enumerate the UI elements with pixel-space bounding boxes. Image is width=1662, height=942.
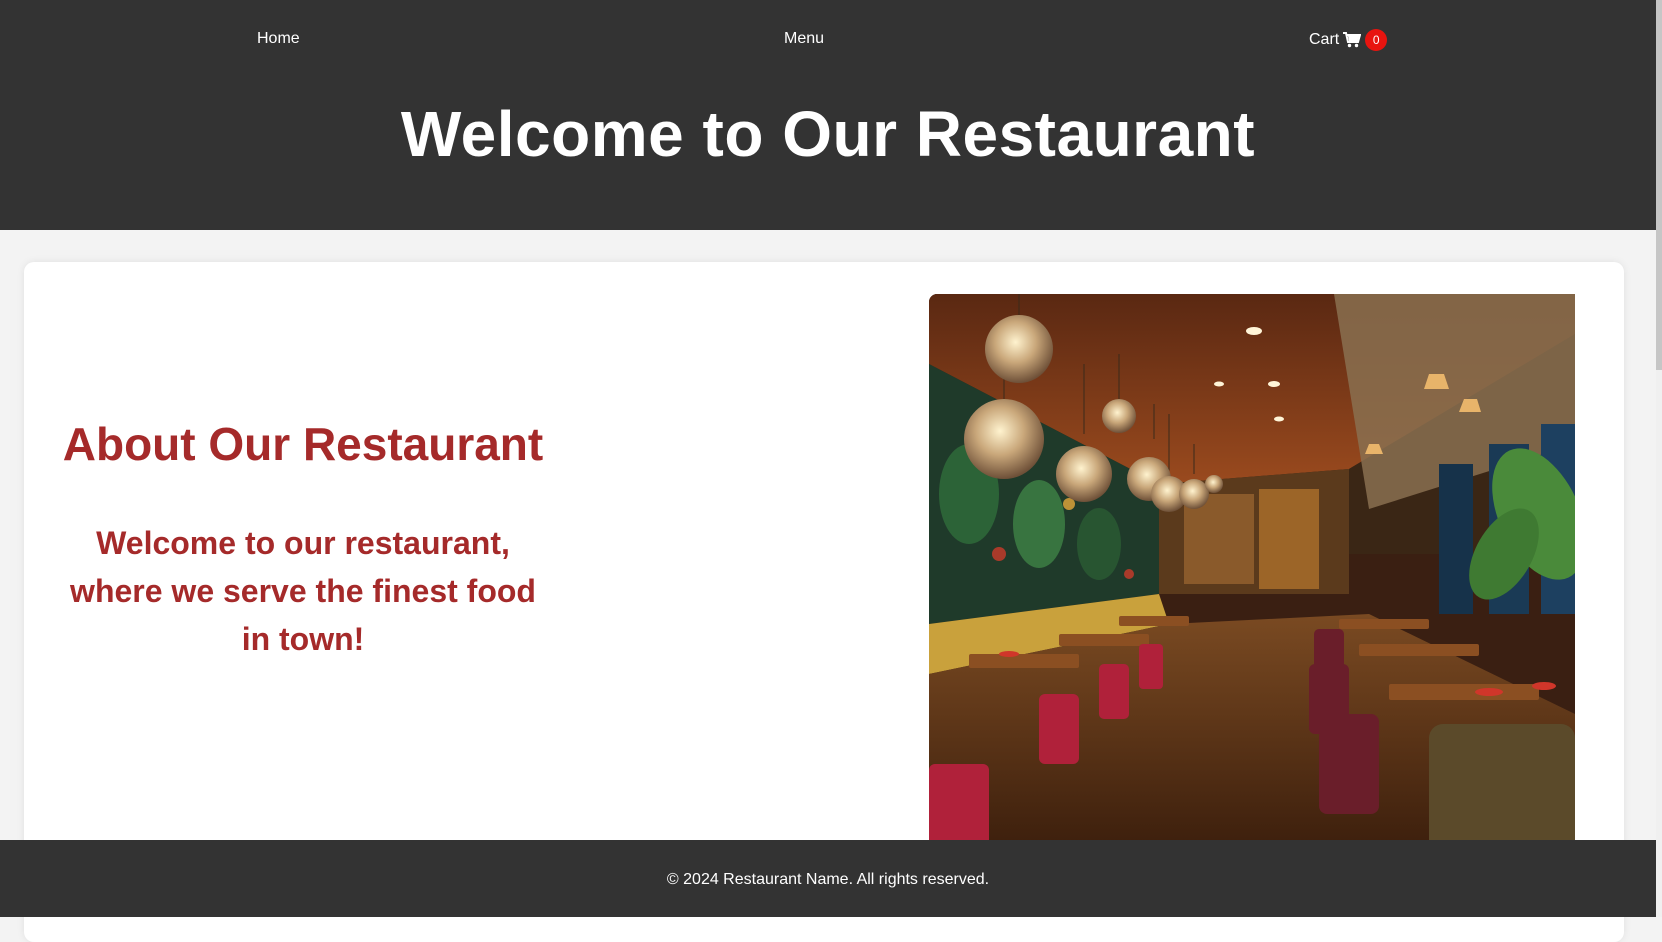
top-nav: Home Menu Cart 0 bbox=[0, 0, 1656, 80]
nav-menu-link[interactable]: Menu bbox=[784, 29, 824, 49]
restaurant-interior-image bbox=[929, 294, 1575, 854]
about-title: About Our Restaurant bbox=[62, 418, 544, 470]
page: Home Menu Cart 0 Welcome to Our Restaura… bbox=[0, 0, 1656, 942]
about-section: About Our Restaurant Welcome to our rest… bbox=[58, 417, 548, 663]
about-text: Welcome to our restaurant, where we serv… bbox=[70, 525, 536, 657]
nav-home-link[interactable]: Home bbox=[257, 29, 300, 49]
site-footer: © 2024 Restaurant Name. All rights reser… bbox=[0, 840, 1656, 917]
nav-cart-link[interactable]: Cart 0 bbox=[1309, 29, 1388, 51]
cart-label: Cart bbox=[1309, 31, 1340, 48]
page-scrollbar[interactable] bbox=[1656, 0, 1662, 917]
page-title: Welcome to Our Restaurant bbox=[400, 98, 1256, 170]
site-header: Home Menu Cart 0 Welcome to Our Restaura… bbox=[0, 0, 1656, 230]
footer-copyright: © 2024 Restaurant Name. All rights reser… bbox=[666, 871, 990, 888]
shopping-cart-icon bbox=[1343, 32, 1362, 48]
scrollbar-thumb[interactable] bbox=[1656, 0, 1662, 370]
cart-count-badge: 0 bbox=[1365, 29, 1388, 51]
